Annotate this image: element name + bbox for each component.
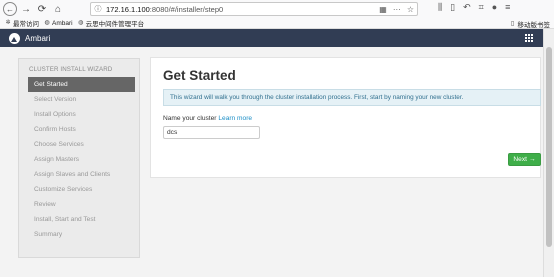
wizard-title: CLUSTER INSTALL WIZARD [29,66,113,73]
wizard-step-review: Review [34,201,56,208]
url-text[interactable]: 172.16.1.100:8080/#/installer/step0 [106,5,223,14]
wizard-step-get-started[interactable]: Get Started [28,77,135,92]
page-title: Get Started [163,68,236,83]
app-header: Ambari [0,29,554,47]
mobile-icon: ▯ [510,21,515,27]
globe-icon: ◍ [44,20,50,26]
bookmark-middleware[interactable]: ◍ 云思中间件管理平台 [77,18,145,28]
content-panel: Get Started This wizard will walk you th… [150,57,541,178]
wizard-step-confirm-hosts: Confirm Hosts [34,126,76,133]
home-icon[interactable]: ⌂ [51,2,65,16]
next-button[interactable]: Next → [508,153,541,166]
info-alert: This wizard will walk you through the cl… [163,89,541,106]
bookmark-label: 云思中间件管理平台 [85,21,145,28]
wizard-step-install-options: Install Options [34,111,76,118]
sidebar-icon[interactable]: ▯ [450,2,455,13]
wizard-step-choose-services: Choose Services [34,141,84,148]
wizard-step-customize-services: Customize Services [34,186,93,193]
arrow-right-icon: → [528,156,536,163]
wizard-steps: Get Started Select Version Install Optio… [28,77,135,242]
page-actions-icon[interactable]: ··· [393,5,401,14]
bookmark-label: 最常访问 [13,21,39,28]
globe-icon: ◍ [77,20,84,26]
mobile-bookmarks-label: 移动版书签 [517,22,551,29]
forward-icon[interactable]: → [19,2,33,16]
scroll-thumb[interactable] [546,47,552,247]
url-bar[interactable]: ⓘ 172.16.1.100:8080/#/installer/step0 ▦ … [90,2,418,16]
browser-toolbar: ← → ⟳ ⌂ ⓘ 172.16.1.100:8080/#/installer/… [0,0,554,18]
url-host: 172.16.1.100 [106,4,150,14]
cluster-name-label: Name your cluster Learn more [163,115,252,122]
cluster-name-input[interactable] [163,126,260,139]
site-info-icon[interactable]: ⓘ [93,4,103,14]
bookmark-ambari[interactable]: ◍ Ambari [44,19,73,27]
bookmarks-bar: ✲ 最常访问 ◍ Ambari ◍ 云思中间件管理平台 ▯ 移动版书签 [0,18,554,29]
learn-more-link[interactable]: Learn more [218,115,252,122]
bookmark-most-visited[interactable]: ✲ 最常访问 [5,18,39,28]
wizard-step-install-start-test: Install, Start and Test [34,216,96,223]
undo-icon[interactable]: ↶ [463,2,471,13]
qr-code-icon[interactable]: ▦ [379,5,387,14]
chat-icon[interactable]: ● [492,2,497,13]
reload-icon[interactable]: ⟳ [35,2,49,16]
next-button-label: Next [513,156,527,163]
wizard-step-assign-masters: Assign Masters [34,156,80,163]
apps-grid-icon[interactable] [525,34,533,42]
library-icon[interactable]: ⫼ [438,2,442,13]
wizard-step-select-version: Select Version [34,96,77,103]
scrollbar[interactable] [543,29,554,277]
url-path: :8080/#/installer/step0 [149,4,224,14]
bookmark-star-icon[interactable]: ☆ [407,5,414,14]
mobile-bookmarks[interactable]: ▯ 移动版书签 [510,19,551,29]
crop-icon[interactable]: ⌗ [479,2,484,13]
gear-icon: ✲ [5,20,11,26]
menu-icon[interactable]: ≡ [505,2,510,13]
wizard-step-assign-slaves: Assign Slaves and Clients [34,171,111,178]
app-name[interactable]: Ambari [25,34,50,43]
cluster-name-label-text: Name your cluster [163,115,217,122]
ambari-logo-icon[interactable] [9,32,20,44]
back-icon[interactable]: ← [3,2,17,16]
wizard-nav: CLUSTER INSTALL WIZARD Get Started Selec… [18,58,140,258]
wizard-step-summary: Summary [34,231,63,238]
bookmark-label: Ambari [52,19,73,27]
